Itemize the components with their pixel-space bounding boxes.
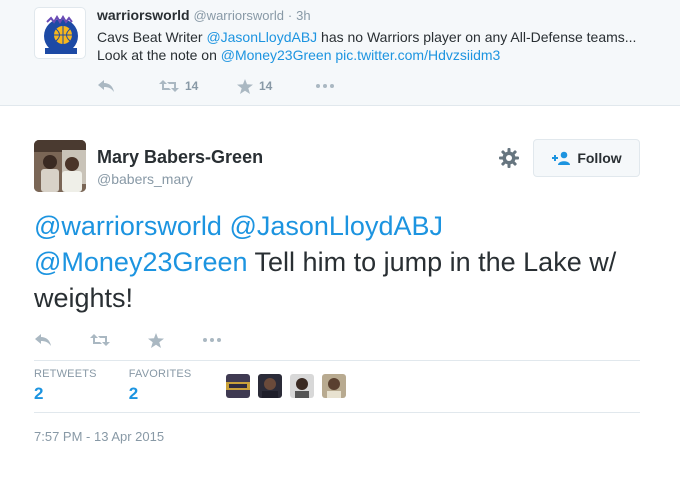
favoriter-avatar[interactable] xyxy=(258,374,282,398)
parent-tweet[interactable]: warriorsworld @warriorsworld · 3h Cavs B… xyxy=(0,0,680,106)
more-icon xyxy=(316,84,334,88)
parent-retweet-count: 14 xyxy=(185,79,199,93)
favoriter-avatar[interactable] xyxy=(226,374,250,398)
mention-jasonlloydabj[interactable]: @JasonLloydABJ xyxy=(229,211,443,241)
follow-label: Follow xyxy=(577,150,622,166)
favoriter-photo xyxy=(262,378,278,398)
tweet-text: @warriorsworld @JasonLloydABJ @Money23Gr… xyxy=(34,208,654,316)
retweet-icon xyxy=(159,80,179,92)
tweet-timestamp[interactable]: 7:57 PM - 13 Apr 2015 xyxy=(34,429,164,444)
favoriter-photo xyxy=(295,378,309,398)
mention-money23green[interactable]: @Money23Green xyxy=(221,47,332,63)
parent-favorite-button[interactable]: 14 xyxy=(237,78,315,94)
parent-favorite-count: 14 xyxy=(259,79,273,93)
favoriters-avatars xyxy=(226,374,354,398)
reply-icon xyxy=(98,80,114,92)
reply-icon xyxy=(35,334,51,346)
retweets-count: 2 xyxy=(34,384,44,403)
favorites-count: 2 xyxy=(128,384,139,403)
avatar-photo xyxy=(34,140,86,192)
parent-separator: · xyxy=(287,8,293,23)
parent-time[interactable]: 3h xyxy=(296,8,310,23)
warriorsworld-logo xyxy=(44,15,78,54)
more-button[interactable] xyxy=(202,337,222,343)
display-name[interactable]: Mary Babers-Green xyxy=(97,147,263,168)
retweet-icon xyxy=(90,334,110,346)
favorite-icon xyxy=(148,332,164,348)
reply-button[interactable] xyxy=(34,333,90,347)
parent-tweet-actions: 14 14 xyxy=(97,76,335,96)
divider xyxy=(34,360,640,361)
warriorsworld-avatar[interactable] xyxy=(34,7,86,59)
retweets-label: RETWEETS xyxy=(34,368,97,380)
pic-link[interactable]: pic.twitter.com/Hdvzsiidm3 xyxy=(335,47,500,63)
favoriter-photo xyxy=(226,382,250,390)
mary-babers-green-avatar[interactable] xyxy=(34,140,86,192)
divider xyxy=(34,412,640,413)
mention-jasonlloydabj[interactable]: @JasonLloydABJ xyxy=(206,29,317,45)
favorite-button[interactable] xyxy=(148,332,202,348)
gear-icon[interactable] xyxy=(498,147,520,169)
follow-user-icon xyxy=(552,151,571,165)
retweets-stat[interactable]: RETWEETS 2 xyxy=(34,368,97,408)
favoriter-avatar[interactable] xyxy=(322,374,346,398)
favorites-stat[interactable]: FAVORITES 2 xyxy=(129,368,192,408)
favorites-label: FAVORITES xyxy=(128,368,192,380)
more-icon xyxy=(203,338,221,342)
parent-more-button[interactable] xyxy=(315,83,335,89)
parent-tweet-header: warriorsworld @warriorsworld · 3h xyxy=(97,7,311,23)
retweet-button[interactable] xyxy=(90,333,148,347)
favorite-icon xyxy=(237,78,253,94)
favoriter-photo xyxy=(327,378,341,398)
user-handle[interactable]: @babers_mary xyxy=(97,171,193,187)
tweet-stats: RETWEETS 2 FAVORITES 2 xyxy=(34,368,223,408)
parent-text-part: Cavs Beat Writer xyxy=(97,29,207,45)
parent-retweet-button[interactable]: 14 xyxy=(159,79,237,93)
favoriter-avatar[interactable] xyxy=(290,374,314,398)
parent-display-name[interactable]: warriorsworld xyxy=(97,7,190,23)
tweet-actions xyxy=(34,329,222,351)
mention-warriorsworld[interactable]: @warriorsworld xyxy=(34,211,222,241)
follow-button[interactable]: Follow xyxy=(533,139,640,177)
mention-money23green[interactable]: @Money23Green xyxy=(34,247,248,277)
parent-tweet-text: Cavs Beat Writer @JasonLloydABJ has no W… xyxy=(97,28,657,64)
parent-handle[interactable]: @warriorsworld xyxy=(193,8,284,23)
parent-reply-button[interactable] xyxy=(97,79,159,93)
